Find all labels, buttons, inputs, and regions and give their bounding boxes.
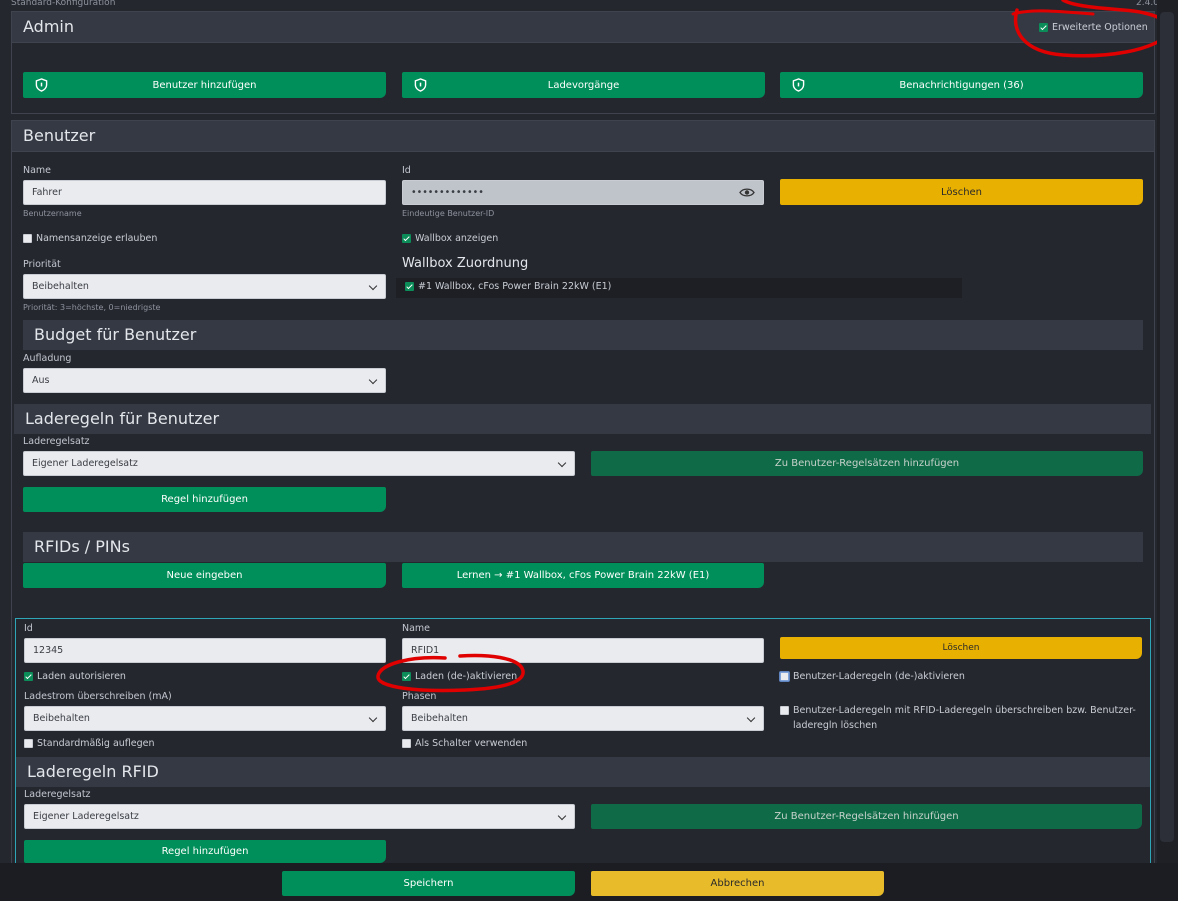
- notifications-button[interactable]: Benachrichtigungen (36): [780, 72, 1143, 98]
- user-add-rule-button[interactable]: Regel hinzufügen: [23, 487, 386, 512]
- user-rules-title: Laderegeln für Benutzer: [25, 409, 220, 428]
- wallbox-item-box[interactable]: [405, 282, 414, 291]
- wallbox-item-checkbox[interactable]: #1 Wallbox, cFos Power Brain 22kW (E1): [405, 281, 611, 292]
- user-add-to-rulesets-button[interactable]: Zu Benutzer-Regelsätzen hinzufügen: [591, 451, 1143, 476]
- toggle-user-rules-checkbox[interactable]: Benutzer-Laderegeln (de-)aktivieren: [780, 671, 965, 682]
- show-wallbox-label: Wallbox anzeigen: [415, 233, 499, 244]
- add-user-label: Benutzer hinzufügen: [152, 79, 257, 91]
- toggle-user-rules-label: Benutzer-Laderegeln (de-)aktivieren: [793, 671, 965, 682]
- override-rules-checkbox[interactable]: Benutzer-Laderegeln mit RFID-Laderegeln …: [780, 703, 1140, 733]
- wallbox-assignment-title: Wallbox Zuordnung: [402, 256, 529, 271]
- show-wallbox-box[interactable]: [402, 234, 411, 243]
- user-ruleset-label: Laderegelsatz: [23, 436, 90, 447]
- rfid-name-label: Name: [402, 623, 431, 634]
- id-value: •••••••••••••: [411, 187, 484, 198]
- footer-bar: Speichern Abbrechen: [0, 863, 1178, 901]
- authorize-charging-checkbox[interactable]: Laden autorisieren: [24, 671, 126, 682]
- rfid-rules-title: Laderegeln RFID: [27, 762, 159, 781]
- current-override-select[interactable]: Beibehalten: [24, 706, 386, 731]
- admin-header: Admin Erweiterte Optionen: [12, 12, 1154, 43]
- priority-label: Priorität: [23, 259, 61, 270]
- learn-rfid-button[interactable]: Lernen → #1 Wallbox, cFos Power Brain 22…: [402, 563, 764, 588]
- user-rules-section-header: Laderegeln für Benutzer: [14, 404, 1151, 434]
- use-as-switch-box[interactable]: [402, 739, 411, 748]
- charging-sessions-label: Ladevorgänge: [547, 79, 620, 91]
- name-help: Benutzername: [23, 209, 82, 218]
- toggle-user-rules-box[interactable]: [780, 672, 789, 681]
- new-rfid-button[interactable]: Neue eingeben: [23, 563, 386, 588]
- rfid-rules-section-header: Laderegeln RFID: [16, 757, 1150, 787]
- user-header: Benutzer: [12, 121, 1154, 152]
- priority-help: Priorität: 3=höchste, 0=niedrigste: [23, 303, 161, 312]
- save-button[interactable]: Speichern: [282, 871, 575, 896]
- id-input[interactable]: •••••••••••••: [402, 180, 764, 205]
- shield-icon: [792, 78, 805, 92]
- annotation-scribble-middle: [376, 653, 525, 693]
- allow-name-display-box[interactable]: [23, 234, 32, 243]
- eye-icon[interactable]: [739, 187, 755, 198]
- annotation-scribble-top: [1011, 0, 1174, 58]
- rfids-title: RFIDs / PINs: [34, 537, 130, 556]
- use-as-switch-label: Als Schalter verwenden: [415, 738, 528, 749]
- rfid-ruleset-select[interactable]: Eigener Laderegelsatz: [24, 804, 575, 829]
- id-help: Eindeutige Benutzer-ID: [402, 209, 495, 218]
- name-input[interactable]: Fahrer: [23, 180, 386, 205]
- override-rules-box[interactable]: [780, 706, 789, 715]
- shield-icon: [35, 78, 48, 92]
- override-rules-label: Benutzer-Laderegeln mit RFID-Laderegeln …: [793, 705, 1136, 731]
- rfids-section-header: RFIDs / PINs: [23, 532, 1143, 562]
- wallbox-assignment-list: #1 Wallbox, cFos Power Brain 22kW (E1): [396, 278, 962, 298]
- rfid-id-input[interactable]: 12345: [24, 638, 386, 663]
- scrollbar-thumb[interactable]: [1160, 12, 1174, 842]
- allow-name-display-checkbox[interactable]: Namensanzeige erlauben: [23, 233, 157, 244]
- name-field-label: Name: [23, 165, 52, 176]
- charging-sessions-button[interactable]: Ladevorgänge: [402, 72, 765, 98]
- show-wallbox-checkbox[interactable]: Wallbox anzeigen: [402, 233, 498, 244]
- user-ruleset-select[interactable]: Eigener Laderegelsatz: [23, 451, 575, 476]
- delete-user-button[interactable]: Löschen: [780, 179, 1143, 205]
- budget-section-header: Budget für Benutzer: [23, 320, 1143, 350]
- budget-title: Budget für Benutzer: [34, 325, 197, 344]
- id-field-label: Id: [402, 165, 411, 176]
- authorize-charging-label: Laden autorisieren: [37, 671, 126, 682]
- wallbox-item-label: #1 Wallbox, cFos Power Brain 22kW (E1): [418, 281, 612, 292]
- shield-icon: [414, 78, 427, 92]
- default-hangup-checkbox[interactable]: Standardmäßig auflegen: [24, 738, 155, 749]
- rfid-id-label: Id: [24, 623, 33, 634]
- rfid-add-rule-button[interactable]: Regel hinzufügen: [24, 840, 386, 863]
- admin-title: Admin: [23, 17, 74, 36]
- allow-name-display-label: Namensanzeige erlauben: [36, 233, 158, 244]
- delete-rfid-button[interactable]: Löschen: [780, 637, 1142, 659]
- add-user-button[interactable]: Benutzer hinzufügen: [23, 72, 386, 98]
- default-hangup-label: Standardmäßig auflegen: [37, 738, 155, 749]
- priority-select[interactable]: Beibehalten: [23, 274, 386, 299]
- rfid-ruleset-label: Laderegelsatz: [24, 789, 91, 800]
- authorize-charging-box[interactable]: [24, 672, 33, 681]
- default-hangup-box[interactable]: [24, 739, 33, 748]
- admin-panel: Admin Erweiterte Optionen Benutzer hinzu…: [11, 11, 1155, 114]
- charging-label: Aufladung: [23, 353, 72, 364]
- cancel-button[interactable]: Abbrechen: [591, 871, 884, 896]
- use-as-switch-checkbox[interactable]: Als Schalter verwenden: [402, 738, 527, 749]
- current-override-label: Ladestrom überschreiben (mA): [24, 691, 172, 702]
- rfid-add-to-rulesets-button[interactable]: Zu Benutzer-Regelsätzen hinzufügen: [591, 804, 1142, 829]
- notifications-label: Benachrichtigungen (36): [899, 79, 1024, 91]
- page-context-label: Standard-Konfiguration: [11, 0, 116, 8]
- phases-select[interactable]: Beibehalten: [402, 706, 764, 731]
- user-title: Benutzer: [23, 126, 96, 145]
- charging-select[interactable]: Aus: [23, 368, 386, 393]
